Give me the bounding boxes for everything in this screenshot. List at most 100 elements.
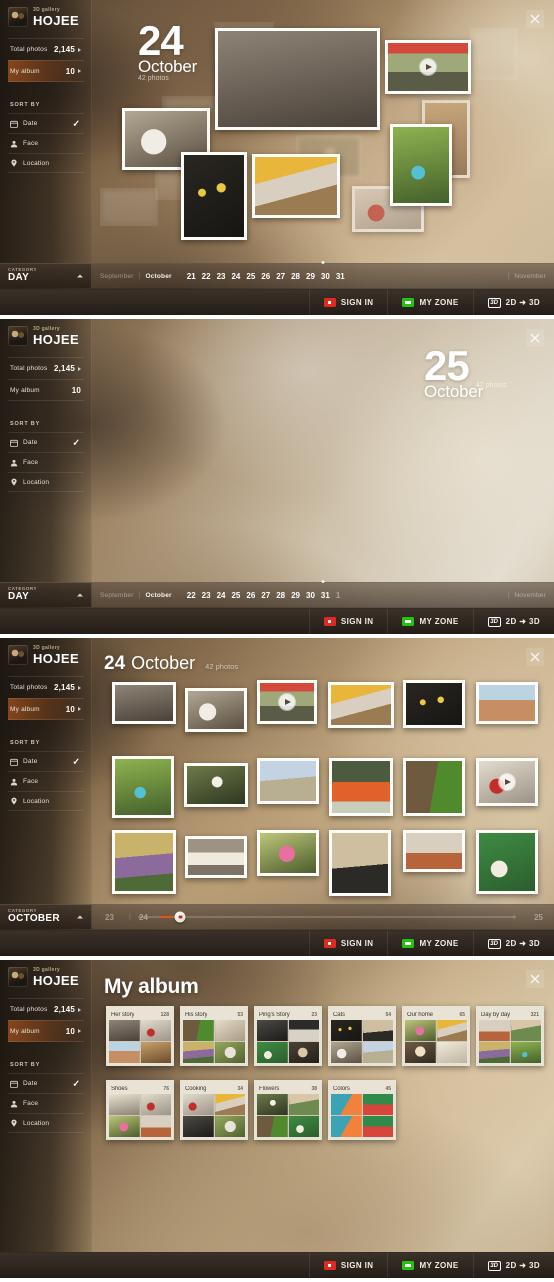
photo-thumb[interactable] <box>476 682 538 724</box>
sort-option-date[interactable]: Date ✓ <box>8 113 84 133</box>
timeline[interactable]: September | October 21 22 23 24 25 26 27… <box>92 261 554 288</box>
photo-thumb[interactable] <box>403 680 465 728</box>
timeline-day[interactable]: 29 <box>288 591 303 600</box>
timeline[interactable]: September | October 22 23 24 25 26 27 28… <box>92 580 554 607</box>
timeline-day[interactable]: 30 <box>303 591 318 600</box>
timeline-prev-month[interactable]: September <box>100 273 134 280</box>
photo-thumb-video[interactable] <box>385 40 471 94</box>
stat-my-album[interactable]: My album 10 <box>8 1020 84 1042</box>
category-selector[interactable]: CATEGORY DAY <box>0 264 92 288</box>
my-zone-button[interactable]: MY ZONE <box>387 609 472 634</box>
sign-in-button[interactable]: SIGN IN <box>308 1253 388 1278</box>
timeline-prev-month[interactable]: September <box>100 592 134 599</box>
photo-thumb[interactable] <box>112 756 174 818</box>
brand[interactable]: 3D gallery HOJEE <box>8 967 84 987</box>
timeline-day[interactable]: 24 <box>214 591 229 600</box>
album-card[interactable]: Our home 65 <box>402 1006 470 1066</box>
album-card[interactable]: Colors 45 <box>328 1080 396 1140</box>
album-card[interactable]: Flowers 38 <box>254 1080 322 1140</box>
photo-thumb[interactable] <box>390 124 452 206</box>
album-card[interactable]: Day by day 321 <box>476 1006 544 1066</box>
photo-thumb[interactable] <box>476 830 538 894</box>
sort-option-face[interactable]: Face <box>8 133 84 153</box>
photo-thumb[interactable] <box>184 763 248 807</box>
photo-thumb[interactable] <box>185 688 247 732</box>
photo-thumb[interactable] <box>185 836 247 878</box>
timeline-next-month[interactable]: November <box>514 273 546 280</box>
sort-option-location[interactable]: Location <box>8 153 84 173</box>
sort-option-face[interactable]: Face <box>8 452 84 472</box>
sort-option-location[interactable]: Location <box>8 791 84 811</box>
timeline-day[interactable]: 22 <box>184 591 199 600</box>
sign-in-button[interactable]: SIGN IN <box>308 290 388 315</box>
my-zone-button[interactable]: MY ZONE <box>387 931 472 956</box>
photo-thumb[interactable] <box>257 758 319 804</box>
sort-option-face[interactable]: Face <box>8 1093 84 1113</box>
brand[interactable]: 3D gallery HOJEE <box>8 645 84 665</box>
sign-in-button[interactable]: SIGN IN <box>308 931 388 956</box>
photo-thumb[interactable] <box>470 28 518 80</box>
stat-my-album[interactable]: My album 10 <box>8 60 84 82</box>
close-icon[interactable] <box>526 648 544 666</box>
timeline-day[interactable]: 27 <box>258 591 273 600</box>
timeline-day[interactable]: 30 <box>318 272 333 281</box>
photo-thumb[interactable] <box>329 830 391 896</box>
album-card[interactable]: Ping's Story 23 <box>254 1006 322 1066</box>
timeline-day[interactable]: 23 <box>199 591 214 600</box>
photo-thumb[interactable] <box>112 682 176 724</box>
category-selector[interactable]: CATEGORY DAY <box>0 583 92 607</box>
timeline-day-selected[interactable]: 24 <box>228 272 243 281</box>
stat-total-photos[interactable]: Total photos 2,145 <box>8 998 84 1020</box>
photo-thumb-video[interactable] <box>257 680 317 724</box>
timeline-day[interactable]: 28 <box>288 272 303 281</box>
stat-my-album[interactable]: My album 10 <box>8 379 84 401</box>
category-selector[interactable]: CATEGORY OCTOBER <box>0 905 92 929</box>
photo-thumb[interactable] <box>112 830 176 894</box>
photo-thumb[interactable] <box>403 830 465 872</box>
slider-knob[interactable] <box>174 911 186 923</box>
close-icon[interactable] <box>526 329 544 347</box>
stat-total-photos[interactable]: Total photos 2,145 <box>8 38 84 60</box>
photo-thumb[interactable] <box>100 188 158 226</box>
album-card[interactable]: His story 53 <box>180 1006 248 1066</box>
photo-thumb[interactable] <box>257 830 319 876</box>
mode-toggle-button[interactable]: 3D 2D ➜ 3D <box>472 609 554 634</box>
photo-thumb[interactable] <box>252 154 340 218</box>
timeline-current-month[interactable]: October <box>145 273 171 280</box>
stat-my-album[interactable]: My album 10 <box>8 698 84 720</box>
photo-thumb-featured[interactable] <box>215 28 380 130</box>
stat-total-photos[interactable]: Total photos 2,145 <box>8 357 84 379</box>
mode-toggle-button[interactable]: 3D 2D ➜ 3D <box>472 1253 554 1278</box>
album-card[interactable]: Shoes 76 <box>106 1080 174 1140</box>
timeline-day[interactable]: 31 <box>318 591 333 600</box>
sort-option-location[interactable]: Location <box>8 472 84 492</box>
timeline-day[interactable]: 26 <box>258 272 273 281</box>
play-icon[interactable] <box>420 59 436 75</box>
day-slider[interactable]: 23 | 24 | 25 <box>92 905 554 929</box>
my-zone-button[interactable]: MY ZONE <box>387 1253 472 1278</box>
photo-thumb[interactable] <box>328 682 394 728</box>
timeline-day[interactable]: 25 <box>243 272 258 281</box>
sort-option-location[interactable]: Location <box>8 1113 84 1133</box>
brand[interactable]: 3D gallery HOJEE <box>8 326 84 346</box>
slider-track[interactable] <box>138 916 516 918</box>
slider-start-label[interactable]: 23 <box>102 913 117 922</box>
timeline-day[interactable]: 21 <box>184 272 199 281</box>
timeline-day[interactable]: 27 <box>273 272 288 281</box>
play-icon[interactable] <box>279 694 295 710</box>
my-zone-button[interactable]: MY ZONE <box>387 290 472 315</box>
timeline-current-month[interactable]: October <box>145 592 171 599</box>
sort-option-date[interactable]: Date ✓ <box>8 1073 84 1093</box>
photo-thumb[interactable] <box>403 758 465 816</box>
timeline-day[interactable]: 31 <box>333 272 348 281</box>
mode-toggle-button[interactable]: 3D 2D ➜ 3D <box>472 931 554 956</box>
close-icon[interactable] <box>526 970 544 988</box>
sign-in-button[interactable]: SIGN IN <box>308 609 388 634</box>
photo-thumb[interactable] <box>181 152 247 240</box>
timeline-day[interactable]: 22 <box>199 272 214 281</box>
play-icon[interactable] <box>499 774 515 790</box>
timeline-day[interactable]: 28 <box>273 591 288 600</box>
sort-option-date[interactable]: Date ✓ <box>8 432 84 452</box>
close-icon[interactable] <box>526 10 544 28</box>
album-card[interactable]: Cats 54 <box>328 1006 396 1066</box>
